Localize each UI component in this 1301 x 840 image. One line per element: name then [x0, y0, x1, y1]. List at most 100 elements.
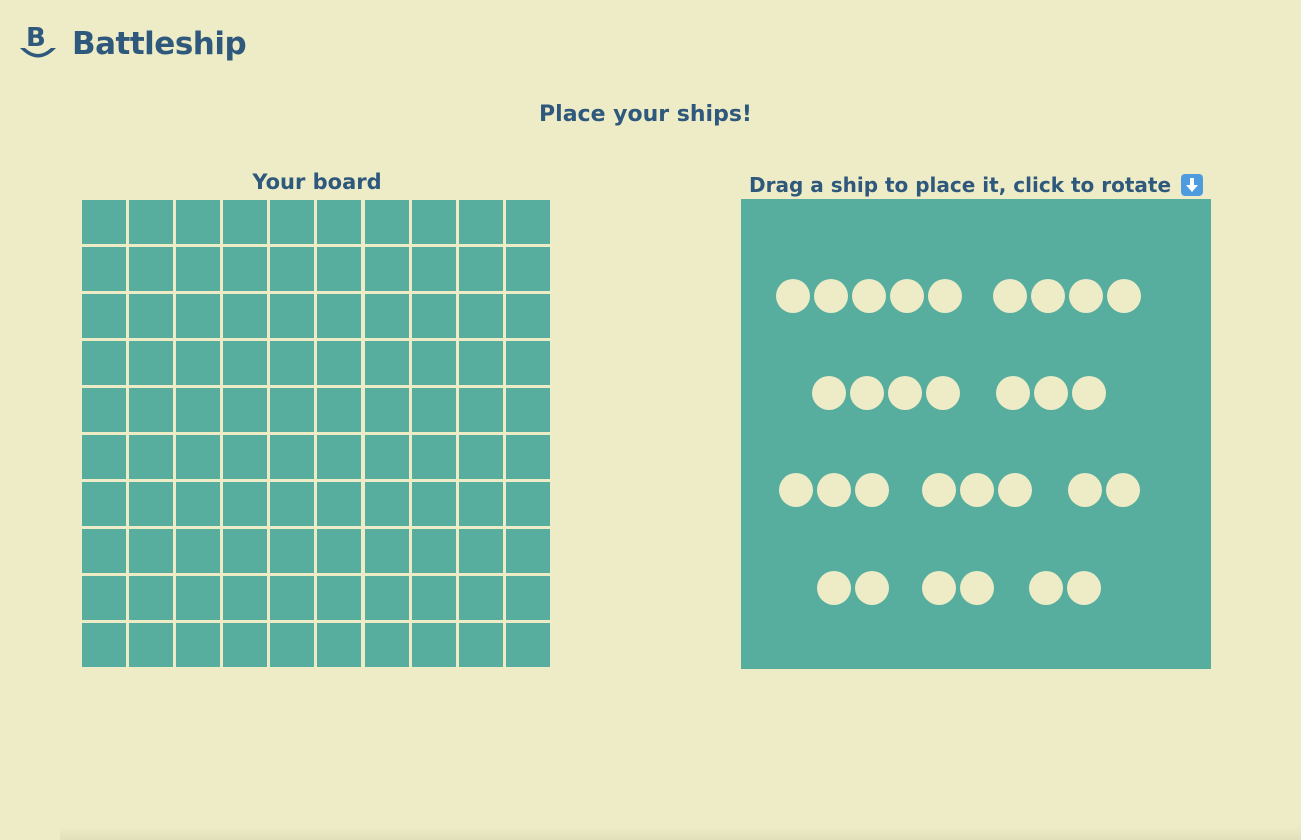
- ship-size-2[interactable]: [1029, 571, 1101, 605]
- board-cell[interactable]: [129, 340, 174, 385]
- board-cell[interactable]: [411, 200, 456, 244]
- board-cell[interactable]: [505, 528, 550, 573]
- board-cell[interactable]: [458, 575, 503, 620]
- board-cell[interactable]: [458, 387, 503, 432]
- board-cell[interactable]: [82, 387, 126, 432]
- board-cell[interactable]: [364, 528, 409, 573]
- ship-size-4[interactable]: [812, 376, 960, 410]
- board-cell[interactable]: [82, 246, 126, 291]
- player-board[interactable]: [82, 200, 552, 670]
- board-cell[interactable]: [223, 622, 268, 667]
- board-cell[interactable]: [176, 246, 221, 291]
- board-cell[interactable]: [317, 481, 362, 526]
- board-cell[interactable]: [411, 481, 456, 526]
- ship-size-3[interactable]: [922, 473, 1032, 507]
- board-cell[interactable]: [82, 622, 126, 667]
- board-cell[interactable]: [270, 387, 315, 432]
- board-cell[interactable]: [129, 200, 174, 244]
- board-cell[interactable]: [270, 481, 315, 526]
- ship-size-4[interactable]: [993, 279, 1141, 313]
- board-cell[interactable]: [317, 434, 362, 479]
- board-cell[interactable]: [505, 200, 550, 244]
- board-cell[interactable]: [223, 293, 268, 338]
- board-cell[interactable]: [458, 293, 503, 338]
- board-cell[interactable]: [411, 246, 456, 291]
- board-cell[interactable]: [364, 622, 409, 667]
- board-cell[interactable]: [458, 434, 503, 479]
- board-cell[interactable]: [317, 340, 362, 385]
- board-cell[interactable]: [176, 528, 221, 573]
- board-cell[interactable]: [364, 575, 409, 620]
- board-cell[interactable]: [458, 246, 503, 291]
- board-cell[interactable]: [458, 340, 503, 385]
- board-cell[interactable]: [364, 246, 409, 291]
- board-cell[interactable]: [223, 340, 268, 385]
- board-cell[interactable]: [364, 340, 409, 385]
- board-cell[interactable]: [458, 200, 503, 244]
- board-cell[interactable]: [270, 575, 315, 620]
- ship-size-2[interactable]: [1068, 473, 1140, 507]
- board-cell[interactable]: [176, 340, 221, 385]
- board-cell[interactable]: [176, 622, 221, 667]
- board-cell[interactable]: [317, 575, 362, 620]
- battleship-logo-icon[interactable]: B: [18, 23, 58, 65]
- board-cell[interactable]: [129, 481, 174, 526]
- board-cell[interactable]: [364, 293, 409, 338]
- board-cell[interactable]: [505, 575, 550, 620]
- board-cell[interactable]: [317, 246, 362, 291]
- board-cell[interactable]: [411, 575, 456, 620]
- board-cell[interactable]: [411, 622, 456, 667]
- board-cell[interactable]: [223, 246, 268, 291]
- board-cell[interactable]: [223, 575, 268, 620]
- board-cell[interactable]: [317, 528, 362, 573]
- board-cell[interactable]: [129, 622, 174, 667]
- board-cell[interactable]: [270, 200, 315, 244]
- board-cell[interactable]: [458, 528, 503, 573]
- ship-dock[interactable]: [741, 199, 1211, 669]
- board-cell[interactable]: [82, 340, 126, 385]
- board-cell[interactable]: [223, 200, 268, 244]
- board-cell[interactable]: [176, 481, 221, 526]
- board-cell[interactable]: [223, 387, 268, 432]
- board-cell[interactable]: [458, 622, 503, 667]
- board-cell[interactable]: [82, 528, 126, 573]
- board-cell[interactable]: [129, 528, 174, 573]
- board-cell[interactable]: [223, 434, 268, 479]
- board-cell[interactable]: [176, 387, 221, 432]
- board-cell[interactable]: [270, 293, 315, 338]
- board-cell[interactable]: [176, 200, 221, 244]
- board-cell[interactable]: [317, 293, 362, 338]
- board-cell[interactable]: [129, 246, 174, 291]
- board-cell[interactable]: [129, 434, 174, 479]
- ship-size-3[interactable]: [779, 473, 889, 507]
- board-cell[interactable]: [505, 387, 550, 432]
- ship-size-3[interactable]: [996, 376, 1106, 410]
- board-cell[interactable]: [82, 575, 126, 620]
- ship-size-5[interactable]: [776, 279, 962, 313]
- board-cell[interactable]: [82, 293, 126, 338]
- board-cell[interactable]: [505, 434, 550, 479]
- board-cell[interactable]: [270, 434, 315, 479]
- board-cell[interactable]: [411, 528, 456, 573]
- board-cell[interactable]: [411, 293, 456, 338]
- board-cell[interactable]: [270, 246, 315, 291]
- board-cell[interactable]: [176, 434, 221, 479]
- board-cell[interactable]: [270, 622, 315, 667]
- board-cell[interactable]: [317, 387, 362, 432]
- board-cell[interactable]: [411, 387, 456, 432]
- ship-size-2[interactable]: [922, 571, 994, 605]
- board-cell[interactable]: [223, 481, 268, 526]
- board-cell[interactable]: [317, 200, 362, 244]
- board-cell[interactable]: [505, 622, 550, 667]
- board-cell[interactable]: [82, 434, 126, 479]
- board-cell[interactable]: [176, 575, 221, 620]
- app-title[interactable]: Battleship: [72, 28, 247, 60]
- board-cell[interactable]: [505, 481, 550, 526]
- board-cell[interactable]: [364, 200, 409, 244]
- board-cell[interactable]: [129, 387, 174, 432]
- board-cell[interactable]: [364, 434, 409, 479]
- board-cell[interactable]: [176, 293, 221, 338]
- board-cell[interactable]: [223, 528, 268, 573]
- board-cell[interactable]: [82, 200, 126, 244]
- board-cell[interactable]: [364, 481, 409, 526]
